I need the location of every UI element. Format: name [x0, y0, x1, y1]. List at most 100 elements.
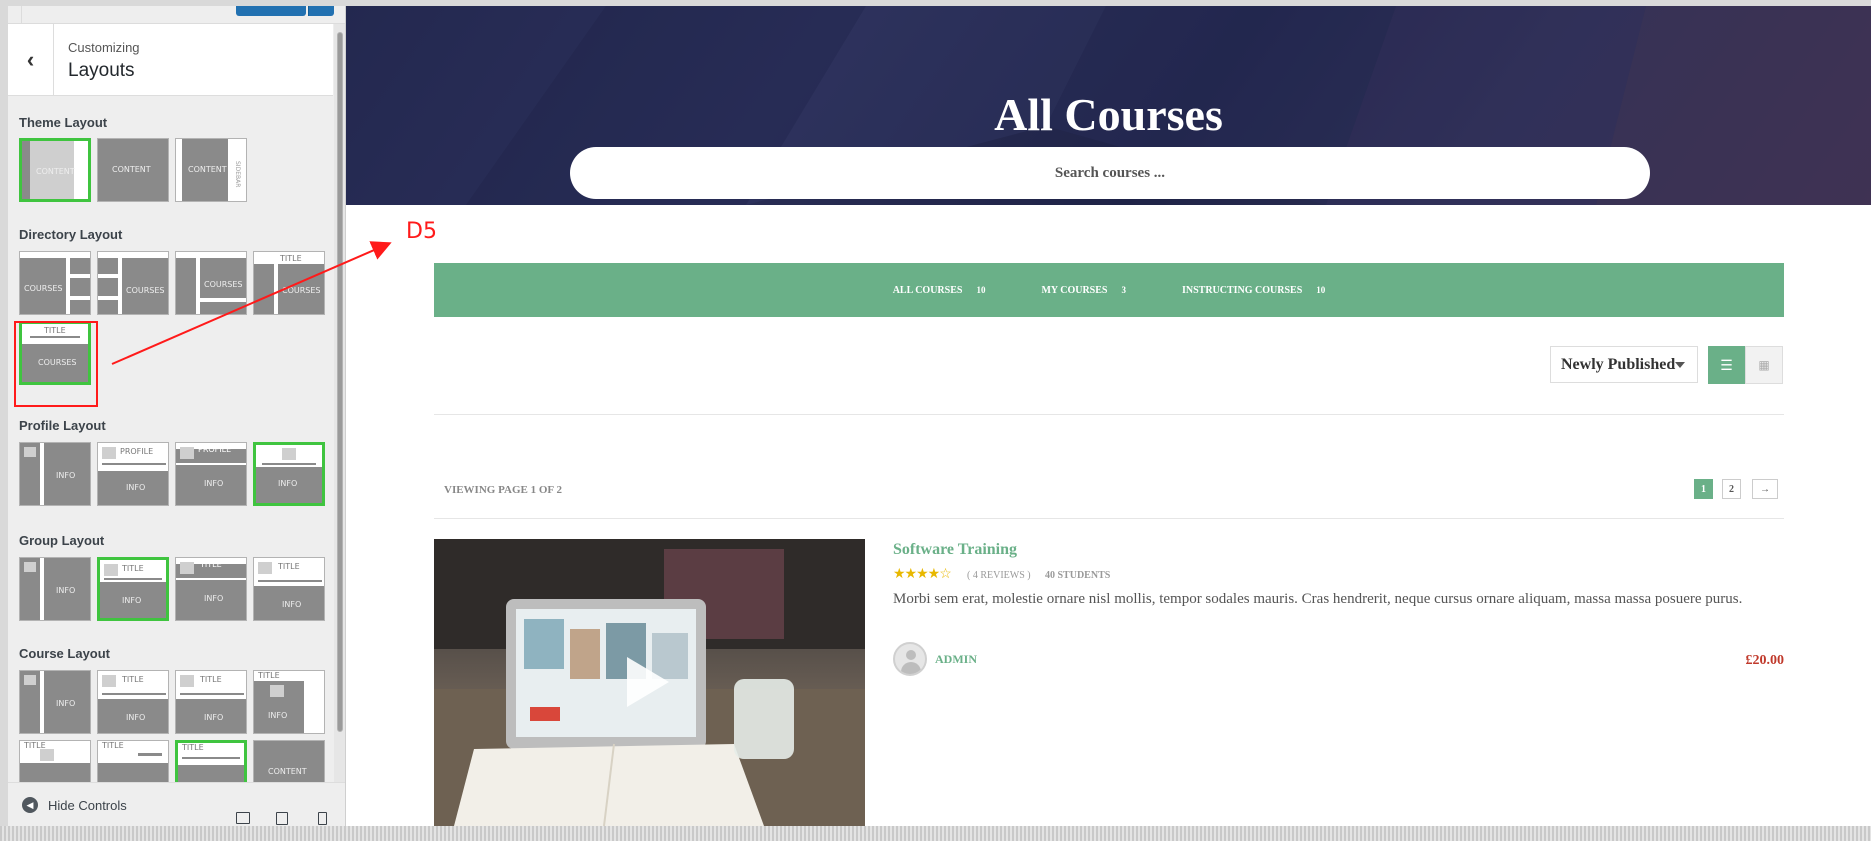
tab-all-courses[interactable]: ALL COURSES 10 [893, 285, 986, 296]
author-name-link[interactable]: ADMIN [935, 652, 977, 667]
theme-layout-options: CONTENT CONTENT CONTENT SIDEBAR [19, 138, 329, 202]
theme-layout-option-full[interactable]: CONTENT [97, 138, 169, 202]
thumb-label: TITLE [278, 562, 300, 571]
profile-layout-option-3[interactable]: PROFILE INFO [175, 442, 247, 506]
group-layout-heading: Group Layout [19, 533, 105, 548]
directory-layout-heading: Directory Layout [19, 227, 123, 242]
course-layout-heading: Course Layout [19, 646, 111, 661]
thumb-label: INFO [268, 711, 288, 720]
course-thumbnail[interactable] [434, 539, 865, 826]
publish-settings-button[interactable] [308, 6, 334, 16]
tab-count: 10 [1316, 285, 1326, 295]
list-icon: ☰ [1720, 356, 1733, 373]
course-layout-option-1[interactable]: INFO [19, 670, 91, 734]
thumb-label: TITLE [122, 675, 144, 684]
thumb-label: COURSES [126, 286, 165, 295]
directory-layout-option-2[interactable]: COURSES [97, 251, 169, 315]
sort-select[interactable]: Newly Published [1550, 346, 1698, 383]
group-layout-option-1[interactable]: INFO [19, 557, 91, 621]
directory-layout-option-3[interactable]: COURSES [175, 251, 247, 315]
customizer-header-bar [8, 6, 345, 24]
theme-layout-heading: Theme Layout [19, 115, 108, 130]
directory-layout-option-1[interactable]: COURSES [19, 251, 91, 315]
back-button[interactable]: ‹ [8, 24, 54, 96]
thumb-label: TITLE [200, 675, 222, 684]
thumb-label: INFO [122, 596, 142, 605]
thumb-label: TITLE [182, 743, 204, 752]
profile-layout-option-1[interactable]: INFO [19, 442, 91, 506]
hide-controls-icon[interactable]: ◀ [22, 797, 38, 813]
next-page-button[interactable]: → [1752, 479, 1778, 499]
scrollbar-thumb[interactable] [337, 32, 343, 732]
divider [434, 414, 1784, 415]
thumb-label: TITLE [122, 564, 144, 573]
theme-layout-option-left-sidebar[interactable]: CONTENT [19, 138, 91, 202]
caret-down-icon [1675, 362, 1685, 368]
tablet-preview-icon[interactable] [276, 812, 288, 825]
thumb-label: TITLE [200, 560, 222, 569]
thumb-label: INFO [56, 699, 76, 708]
section-header: ‹ Customizing Layouts [8, 24, 333, 96]
tab-label: INSTRUCTING COURSES [1181, 284, 1303, 296]
close-customizer-button[interactable] [8, 6, 22, 24]
course-layout-option-3[interactable]: TITLE INFO [175, 670, 247, 734]
profile-layout-options: INFO PROFILE INFO PROFILE INFO INFO [19, 442, 329, 506]
grid-icon: ▦ [1758, 358, 1770, 372]
desktop-preview-icon[interactable] [236, 812, 250, 824]
tab-my-courses[interactable]: MY COURSES 3 [1041, 285, 1126, 296]
rating-stars: ★★★★☆ [893, 565, 952, 581]
breadcrumb: Customizing [68, 40, 140, 55]
thumb-label: INFO [204, 479, 224, 488]
course-layout-option-2[interactable]: TITLE INFO [97, 670, 169, 734]
course-description: Morbi sem erat, molestie ornare nisl mol… [893, 591, 1743, 607]
author-avatar[interactable] [893, 642, 927, 676]
page-2-button[interactable]: 2 [1722, 479, 1741, 499]
search-input[interactable]: Search courses ... [570, 147, 1650, 199]
grid-view-button[interactable]: ▦ [1745, 346, 1783, 384]
thumb-label: CONTENT [112, 165, 151, 174]
profile-layout-option-2[interactable]: PROFILE INFO [97, 442, 169, 506]
course-title-link[interactable]: Software Training [893, 541, 1017, 559]
thumb-label: INFO [126, 483, 146, 492]
thumb-label: PROFILE [198, 445, 232, 454]
review-count: ( 4 REVIEWS ) [967, 570, 1031, 581]
student-count: 40 STUDENTS [1045, 570, 1111, 581]
thumb-label: INFO [282, 600, 302, 609]
thumb-label: CONTENT [268, 767, 307, 776]
thumb-label: INFO [204, 713, 224, 722]
thumb-label: TITLE [280, 254, 302, 263]
group-layout-option-4[interactable]: TITLE INFO [253, 557, 325, 621]
thumb-label: INFO [56, 471, 76, 480]
tab-label: MY COURSES [1041, 284, 1108, 296]
tab-instructing-courses[interactable]: INSTRUCTING COURSES 10 [1182, 285, 1325, 296]
thumb-label: INFO [278, 479, 298, 488]
mobile-preview-icon[interactable] [318, 812, 327, 825]
thumb-label: COURSES [24, 284, 63, 293]
thumb-label: SIDEBAR [234, 161, 241, 188]
page-1-button[interactable]: 1 [1694, 479, 1713, 499]
directory-layout-option-4[interactable]: TITLE COURSES [253, 251, 325, 315]
publish-button[interactable] [236, 6, 306, 16]
pagination-status: VIEWING PAGE 1 OF 2 [444, 484, 562, 496]
tab-count: 3 [1121, 285, 1126, 295]
course-tabs: ALL COURSES 10 MY COURSES 3 INSTRUCTING CO… [434, 263, 1784, 317]
group-layout-option-3[interactable]: TITLE INFO [175, 557, 247, 621]
divider [434, 518, 1784, 519]
annotation-label: D5 [406, 219, 437, 244]
course-thumbnail-illustration [434, 539, 865, 826]
section-title: Layouts [68, 60, 135, 81]
profile-layout-option-4[interactable]: INFO [253, 442, 325, 506]
group-layout-option-2[interactable]: TITLE INFO [97, 557, 169, 621]
thumb-label: INFO [204, 594, 224, 603]
tab-count: 10 [976, 285, 986, 295]
course-layout-option-4[interactable]: TITLE INFO [253, 670, 325, 734]
annotation-highlight-box [14, 321, 98, 407]
thumb-label: COURSES [282, 286, 321, 295]
course-price: £20.00 [1745, 653, 1785, 668]
theme-layout-option-right-sidebar[interactable]: CONTENT SIDEBAR [175, 138, 247, 202]
page-title: All Courses [994, 89, 1223, 140]
customizer-footer: ◀ Hide Controls [8, 782, 345, 826]
list-view-button[interactable]: ☰ [1708, 346, 1745, 384]
panel-scrollbar[interactable] [334, 24, 345, 826]
hide-controls-button[interactable]: Hide Controls [48, 798, 127, 813]
